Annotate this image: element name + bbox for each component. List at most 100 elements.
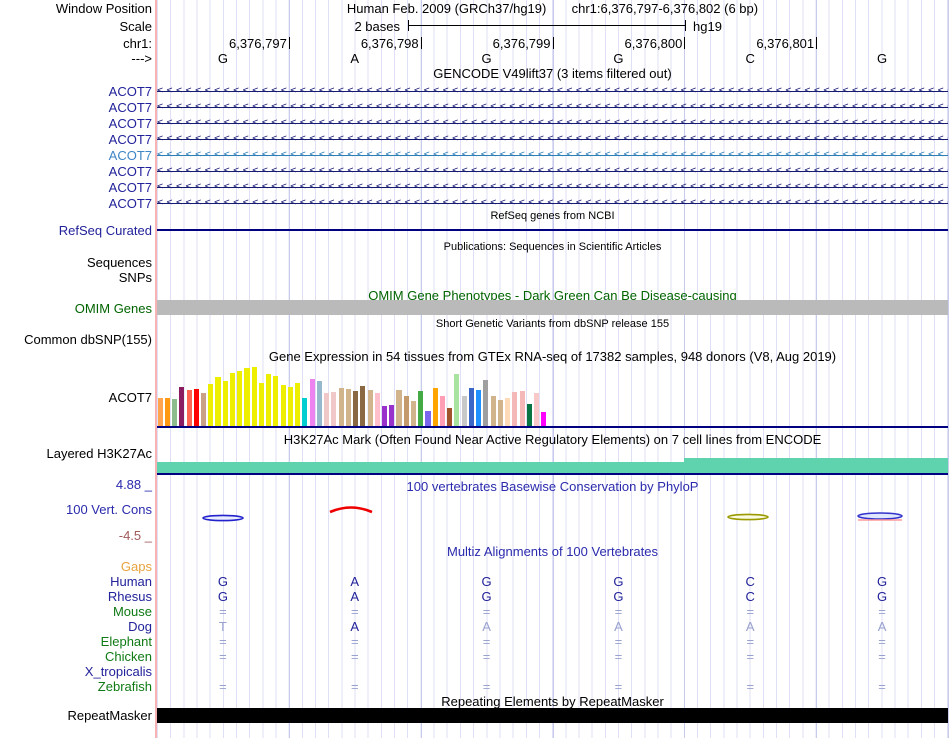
multiz-species-label-gaps[interactable]: Gaps xyxy=(0,559,152,574)
multiz-track-title[interactable]: Multiz Alignments of 100 Vertebrates xyxy=(157,544,948,559)
gtex-tissue-bar[interactable] xyxy=(432,388,438,426)
repeatmasker-bar[interactable] xyxy=(157,708,948,723)
repeatmasker-track-title[interactable]: Repeating Elements by RepeatMasker xyxy=(157,694,948,709)
gtex-tissue-bar[interactable] xyxy=(200,393,207,426)
gtex-tissue-bar[interactable] xyxy=(526,404,532,426)
gtex-tissue-bar[interactable] xyxy=(367,390,373,426)
gtex-tissue-bar[interactable] xyxy=(418,391,424,426)
gtex-tissue-bar[interactable] xyxy=(396,390,402,426)
gtex-tissue-bar[interactable] xyxy=(476,390,482,426)
gtex-tissue-bar[interactable] xyxy=(186,390,192,426)
gtex-tissue-bar[interactable] xyxy=(266,374,272,426)
gtex-track-title[interactable]: Gene Expression in 54 tissues from GTEx … xyxy=(157,349,948,364)
gtex-tissue-bar[interactable] xyxy=(157,398,163,426)
gencode-transcript-arrows[interactable]: <<<<<<<<<<<<<<<<<<<<<<<<<<<<<<<<<<<<<<<<… xyxy=(157,195,948,211)
dbsnp-track-title[interactable]: Short Genetic Variants from dbSNP releas… xyxy=(157,318,948,330)
gtex-tissue-bar[interactable] xyxy=(497,400,503,426)
gencode-transcript-arrows[interactable]: <<<<<<<<<<<<<<<<<<<<<<<<<<<<<<<<<<<<<<<<… xyxy=(157,131,948,147)
gencode-transcript-label[interactable]: ACOT7 xyxy=(0,164,152,179)
gencode-transcript-arrows[interactable]: <<<<<<<<<<<<<<<<<<<<<<<<<<<<<<<<<<<<<<<<… xyxy=(157,99,948,115)
publications-snps-label[interactable]: SNPs xyxy=(0,270,152,285)
multiz-species-label-dog[interactable]: Dog xyxy=(0,619,152,634)
gtex-tissue-bar[interactable] xyxy=(273,376,279,426)
omim-genes-bar[interactable] xyxy=(157,300,948,315)
gtex-tissue-bar[interactable] xyxy=(483,380,489,426)
multiz-species-label-elephant[interactable]: Elephant xyxy=(0,634,152,649)
layered-h3k27ac-label[interactable]: Layered H3K27Ac xyxy=(0,446,152,461)
gtex-tissue-bar[interactable] xyxy=(360,386,366,426)
gtex-tissue-bar[interactable] xyxy=(179,387,185,426)
gtex-tissue-bar[interactable] xyxy=(316,381,322,426)
gtex-tissue-bar[interactable] xyxy=(410,401,417,426)
publications-track-title[interactable]: Publications: Sequences in Scientific Ar… xyxy=(157,241,948,253)
gtex-tissue-bar[interactable] xyxy=(461,396,467,426)
omim-genes-label[interactable]: OMIM Genes xyxy=(0,301,152,316)
gtex-tissue-bar[interactable] xyxy=(331,392,337,426)
gencode-transcript-arrows[interactable]: <<<<<<<<<<<<<<<<<<<<<<<<<<<<<<<<<<<<<<<<… xyxy=(157,115,948,131)
gtex-tissue-bar[interactable] xyxy=(505,398,511,426)
common-dbsnp-label[interactable]: Common dbSNP(155) xyxy=(0,332,152,347)
publications-sequences-label[interactable]: Sequences xyxy=(0,255,152,270)
gtex-tissue-bar[interactable] xyxy=(302,398,308,426)
multiz-species-label-zebrafish[interactable]: Zebrafish xyxy=(0,679,152,694)
gencode-track-title[interactable]: GENCODE V49lift37 (3 items filtered out) xyxy=(157,66,948,81)
gencode-transcript-label[interactable]: ACOT7 xyxy=(0,132,152,147)
multiz-species-label-human[interactable]: Human xyxy=(0,574,152,589)
gencode-transcript-label[interactable]: ACOT7 xyxy=(0,100,152,115)
multiz-species-label-x_tropicalis[interactable]: X_tropicalis xyxy=(0,664,152,679)
phylop-track-title[interactable]: 100 vertebrates Basewise Conservation by… xyxy=(157,479,948,494)
gtex-tissue-bar[interactable] xyxy=(229,373,236,426)
gtex-tissue-bar[interactable] xyxy=(374,393,380,426)
gencode-transcript-label[interactable]: ACOT7 xyxy=(0,84,152,99)
gtex-tissue-bar[interactable] xyxy=(280,385,286,426)
gtex-tissue-bar[interactable] xyxy=(258,383,265,426)
gencode-transcript-label[interactable]: ACOT7 xyxy=(0,196,152,211)
gencode-transcript-arrows[interactable]: <<<<<<<<<<<<<<<<<<<<<<<<<<<<<<<<<<<<<<<<… xyxy=(157,163,948,179)
gtex-tissue-bar[interactable] xyxy=(324,393,330,426)
gencode-transcript-arrows[interactable]: <<<<<<<<<<<<<<<<<<<<<<<<<<<<<<<<<<<<<<<<… xyxy=(157,147,948,163)
gtex-tissue-bar[interactable] xyxy=(403,396,409,426)
gtex-tissue-bar[interactable] xyxy=(468,388,474,426)
gtex-tissue-bar[interactable] xyxy=(425,411,431,426)
gencode-transcript-label[interactable]: ACOT7 xyxy=(0,148,152,163)
gtex-tissue-bar[interactable] xyxy=(490,396,496,426)
refseq-curated-line[interactable] xyxy=(157,229,948,231)
refseq-curated-label[interactable]: RefSeq Curated xyxy=(0,223,152,238)
gtex-tissue-bar[interactable] xyxy=(512,392,518,426)
gtex-tissue-bar[interactable] xyxy=(287,387,293,426)
gtex-tissue-bar[interactable] xyxy=(172,399,178,426)
gencode-transcript-arrows[interactable]: <<<<<<<<<<<<<<<<<<<<<<<<<<<<<<<<<<<<<<<<… xyxy=(157,179,948,195)
gtex-tissue-bar[interactable] xyxy=(519,391,525,426)
gtex-tissue-bar[interactable] xyxy=(295,383,301,426)
gtex-tissue-bar[interactable] xyxy=(534,393,540,426)
refseq-track-title[interactable]: RefSeq genes from NCBI xyxy=(157,210,948,222)
gtex-tissue-bar[interactable] xyxy=(244,368,250,426)
gtex-tissue-bar[interactable] xyxy=(164,398,170,426)
multiz-species-label-chicken[interactable]: Chicken xyxy=(0,649,152,664)
gtex-tissue-bar[interactable] xyxy=(251,367,257,426)
repeatmasker-label[interactable]: RepeatMasker xyxy=(0,708,152,723)
h3k27ac-track-title[interactable]: H3K27Ac Mark (Often Found Near Active Re… xyxy=(157,432,948,447)
multiz-aligned-base: = xyxy=(614,679,623,694)
gtex-tissue-bar[interactable] xyxy=(193,389,199,426)
gtex-tissue-bar[interactable] xyxy=(338,388,344,426)
gtex-tissue-bar[interactable] xyxy=(215,377,221,426)
gencode-transcript-arrows[interactable]: <<<<<<<<<<<<<<<<<<<<<<<<<<<<<<<<<<<<<<<<… xyxy=(157,83,948,99)
gtex-tissue-bar[interactable] xyxy=(439,396,446,426)
gtex-tissue-bar[interactable] xyxy=(541,412,547,426)
gtex-tissue-bar[interactable] xyxy=(309,379,315,426)
gtex-tissue-bar[interactable] xyxy=(353,391,359,426)
gtex-tissue-bar[interactable] xyxy=(381,406,388,426)
multiz-species-label-rhesus[interactable]: Rhesus xyxy=(0,589,152,604)
gtex-tissue-bar[interactable] xyxy=(454,374,460,426)
gencode-transcript-label[interactable]: ACOT7 xyxy=(0,116,152,131)
gtex-tissue-bar[interactable] xyxy=(222,381,228,426)
gtex-tissue-bar[interactable] xyxy=(237,371,243,426)
gtex-gene-label[interactable]: ACOT7 xyxy=(0,390,152,405)
gtex-tissue-bar[interactable] xyxy=(208,384,214,426)
gtex-tissue-bar[interactable] xyxy=(389,405,395,426)
multiz-species-label-mouse[interactable]: Mouse xyxy=(0,604,152,619)
gencode-transcript-label[interactable]: ACOT7 xyxy=(0,180,152,195)
gtex-tissue-bar[interactable] xyxy=(447,408,453,426)
gtex-tissue-bar[interactable] xyxy=(345,389,351,426)
